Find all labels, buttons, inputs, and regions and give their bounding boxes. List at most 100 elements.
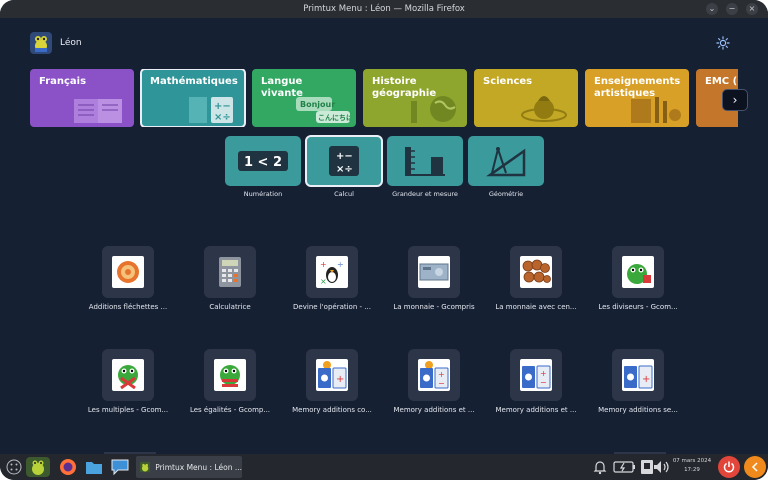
chat-launcher[interactable]	[110, 457, 130, 477]
activity-tile[interactable]	[204, 349, 256, 401]
activity-icon-box: + −	[520, 359, 552, 391]
svg-text:×÷: ×÷	[336, 164, 353, 175]
activity-label: Memory additions et ...	[393, 406, 475, 414]
taskbar-window-label: Primtux Menu : Léon ...	[155, 462, 242, 472]
activity-memory-additions-4[interactable]: + Memory additions se...	[590, 349, 686, 414]
notifications-button[interactable]	[590, 457, 610, 477]
activity-tile[interactable]	[510, 246, 562, 298]
activity-memory-additions-3[interactable]: + − Memory additions et ...	[488, 349, 584, 414]
subcategory-grandeur-mesure[interactable]: Grandeur et mesure	[387, 136, 463, 198]
firefox-icon	[60, 459, 76, 475]
activity-egalites[interactable]: Les égalités - Gcomp...	[182, 349, 278, 414]
battery-indicator[interactable]	[612, 457, 638, 477]
subcategory-numeration[interactable]: 1 < 2 Numération	[225, 136, 301, 198]
activity-calculatrice[interactable]: Calculatrice	[182, 246, 278, 311]
activity-monnaie[interactable]: La monnaie - Gcompris	[386, 246, 482, 311]
activity-memory-additions-2[interactable]: + − Memory additions et ...	[386, 349, 482, 414]
firefox-launcher[interactable]	[58, 457, 78, 477]
activity-tile[interactable]: +	[612, 349, 664, 401]
category-francais[interactable]: Français	[30, 69, 134, 127]
category-histoire-geographie[interactable]: Histoire géographie	[363, 69, 467, 127]
power-button[interactable]	[718, 456, 740, 478]
primtux-launcher[interactable]	[26, 457, 50, 477]
frog-icon	[32, 460, 44, 475]
show-desktop-button[interactable]	[744, 456, 766, 478]
subcategory-label: Grandeur et mesure	[392, 190, 458, 198]
activity-monnaie-centimes[interactable]: La monnaie avec cen...	[488, 246, 584, 311]
subcategory-geometrie[interactable]: Géométrie	[468, 136, 544, 198]
svg-text:÷: ÷	[337, 260, 344, 269]
settings-brightness-icon[interactable]	[716, 36, 730, 50]
svg-text:+−: +−	[214, 101, 231, 112]
subcategory-calcul[interactable]: +− ×÷ Calcul	[305, 135, 383, 198]
chevron-right-icon: ›	[732, 93, 738, 107]
user-avatar[interactable]	[30, 32, 52, 54]
japanese-hello-text: こんにちは	[318, 114, 350, 122]
activity-memory-additions-1[interactable]: + Memory additions co...	[284, 349, 380, 414]
penguin-operations-icon: + ÷ ×	[320, 260, 344, 286]
taskbar-window-primtux[interactable]: Primtux Menu : Léon ...	[136, 456, 242, 478]
activity-label: Les multiples - Gcom...	[87, 406, 169, 414]
maximize-button[interactable]: −	[726, 3, 738, 15]
category-langue-vivante[interactable]: Langue vivante Bonjour こんにちは	[252, 69, 356, 127]
book-icon	[74, 99, 122, 123]
frog-avatar-icon	[35, 36, 47, 52]
window-title: Primtux Menu : Léon — Mozilla Firefox	[303, 4, 465, 14]
activity-tile[interactable]	[102, 246, 154, 298]
banknote-icon	[419, 263, 449, 281]
svg-text:−: −	[438, 379, 445, 388]
number-muncher-icon	[627, 264, 651, 284]
activity-icon-box: +	[316, 359, 348, 391]
activity-icon-box	[214, 359, 246, 391]
clock[interactable]: 07 mars 2024 17:29	[672, 457, 712, 475]
activity-tile[interactable]	[204, 246, 256, 298]
activity-additions-flechettes[interactable]: Additions fléchettes ...	[80, 246, 176, 311]
svg-text:+: +	[438, 370, 445, 379]
primtux-menu: Léon Français Mathématiques +− ×÷ Langue…	[0, 18, 768, 454]
volume-control[interactable]	[652, 457, 672, 477]
activity-label: Memory additions co...	[292, 406, 372, 414]
bell-icon	[593, 461, 607, 475]
user-header[interactable]: Léon	[30, 32, 82, 54]
activity-label: La monnaie avec cen...	[495, 303, 577, 311]
subcategory-tile[interactable]	[468, 136, 544, 186]
activity-tile[interactable]	[102, 349, 154, 401]
number-muncher-icon	[118, 365, 138, 390]
subcategory-tile[interactable]: +− ×÷	[305, 135, 383, 187]
memory-cards-icon: + −	[420, 361, 449, 389]
browser-window: Primtux Menu : Léon — Mozilla Firefox ⌄ …	[0, 0, 768, 480]
hello-text: Bonjour	[300, 100, 335, 109]
activity-label: Memory additions et ...	[495, 406, 577, 414]
coins-icon	[522, 259, 551, 283]
activity-tile[interactable]	[408, 246, 460, 298]
carousel-next-button[interactable]: ›	[722, 89, 748, 111]
activity-tile[interactable]	[612, 246, 664, 298]
category-sciences[interactable]: Sciences	[474, 69, 578, 127]
app-menu-button[interactable]	[4, 457, 24, 477]
activity-label: Additions fléchettes ...	[88, 303, 168, 311]
activity-tile[interactable]: + −	[510, 349, 562, 401]
activity-tile[interactable]: + −	[408, 349, 460, 401]
category-mathematiques[interactable]: Mathématiques +− ×÷	[140, 69, 246, 127]
number-compare-text: 1 < 2	[244, 155, 282, 170]
category-carousel: Français Mathématiques +− ×÷ Langue viva…	[30, 69, 738, 127]
activity-devine-operation[interactable]: + ÷ × Devine l'opération - ...	[284, 246, 380, 311]
activity-label: La monnaie - Gcompris	[393, 303, 475, 311]
category-label: Français	[39, 76, 87, 87]
minimize-button[interactable]: ⌄	[706, 3, 718, 15]
activity-tile[interactable]: +	[306, 349, 358, 401]
close-button[interactable]: ×	[746, 3, 758, 15]
activity-tile[interactable]: + ÷ ×	[306, 246, 358, 298]
category-label: Mathématiques	[150, 76, 238, 87]
ruler-icon	[405, 147, 445, 176]
file-manager-launcher[interactable]	[84, 457, 104, 477]
activity-multiples[interactable]: Les multiples - Gcom...	[80, 349, 176, 414]
activity-diviseurs[interactable]: Les diviseurs - Gcom...	[590, 246, 686, 311]
subcategory-tile[interactable]: 1 < 2	[225, 136, 301, 186]
apps-grid-icon	[6, 459, 22, 475]
calculator-app-icon	[219, 257, 241, 287]
category-enseignements-artistiques[interactable]: Enseignements artistiques	[585, 69, 689, 127]
svg-text:+: +	[540, 369, 547, 378]
activity-icon-box: +	[622, 359, 654, 391]
subcategory-tile[interactable]	[387, 136, 463, 186]
